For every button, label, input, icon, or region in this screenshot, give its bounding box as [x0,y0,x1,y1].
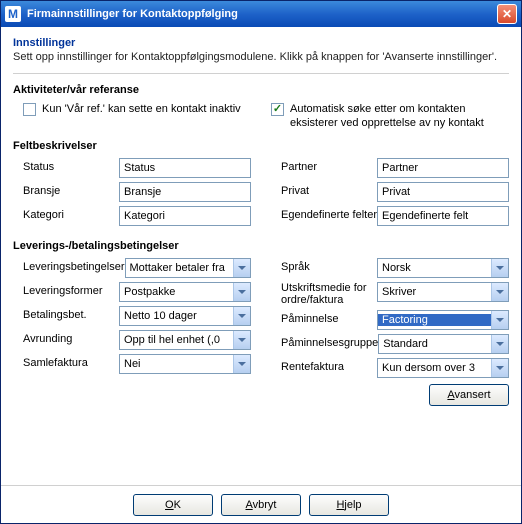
chevron-down-icon [491,283,508,301]
chevron-down-icon [233,355,250,373]
advanced-button[interactable]: Avansert [429,384,509,406]
input-egendef[interactable] [377,206,509,226]
label-betbet: Betalingsbet. [13,306,119,321]
checkbox-inactive-row[interactable]: Kun 'Vår ref.' kan sette en kontakt inak… [13,102,251,116]
dialog-footer: OK Avbryt Hjelp [1,485,521,523]
label-samle: Samlefaktura [13,354,119,369]
select-paaminngr[interactable]: Standard [378,334,509,354]
divider [13,73,509,74]
input-partner[interactable] [377,158,509,178]
group-fields: Feltbeskrivelser [13,140,509,152]
label-paaminn: Påminnelse [271,310,377,325]
help-button[interactable]: Hjelp [309,494,389,516]
chevron-down-icon [491,359,508,377]
label-partner: Partner [271,158,377,173]
chevron-down-icon [233,259,250,277]
chevron-down-icon [233,283,250,301]
checkbox-autosearch-label: Automatisk søke etter om kontakten eksis… [290,102,509,130]
page-description: Sett opp innstillinger for Kontaktoppføl… [13,51,509,63]
input-status[interactable] [119,158,251,178]
checkbox-autosearch[interactable] [271,103,284,116]
chevron-down-icon [491,335,508,353]
select-rentef[interactable]: Kun dersom over 3 [377,358,509,378]
input-privat[interactable] [377,182,509,202]
checkbox-autosearch-row[interactable]: Automatisk søke etter om kontakten eksis… [271,102,509,130]
app-icon: M [5,6,21,22]
select-betbet[interactable]: Netto 10 dager [119,306,251,326]
chevron-down-icon [233,331,250,349]
label-status: Status [13,158,119,173]
select-paaminn[interactable]: Factoring [377,310,509,330]
group-activities: Aktiviteter/vår referanse [13,84,509,96]
checkbox-inactive[interactable] [23,103,36,116]
page-title: Innstillinger [13,37,509,49]
label-egendef: Egendefinerte felter [271,206,377,221]
chevron-down-icon [491,311,508,329]
input-bransje[interactable] [119,182,251,202]
group-delivery: Leverings-/betalingsbetingelser [13,240,509,252]
label-privat: Privat [271,182,377,197]
select-sprak[interactable]: Norsk [377,258,509,278]
label-utskr: Utskriftsmedie for ordre/faktura [271,282,377,306]
select-samle[interactable]: Nei [119,354,251,374]
ok-button[interactable]: OK [133,494,213,516]
cancel-button[interactable]: Avbryt [221,494,301,516]
chevron-down-icon [491,259,508,277]
checkbox-inactive-label: Kun 'Vår ref.' kan sette en kontakt inak… [42,102,241,116]
close-button[interactable]: ✕ [497,4,517,24]
label-rentef: Rentefaktura [271,358,377,373]
label-levform: Leveringsformer [13,282,119,297]
dialog-window: M Firmainnstillinger for Kontaktoppfølgi… [0,0,522,524]
label-paaminngr: Påminnelsesgruppe [271,334,378,349]
select-levbet[interactable]: Mottaker betaler fra [125,258,251,278]
label-sprak: Språk [271,258,377,273]
select-avrund[interactable]: Opp til hel enhet (,0 [119,330,251,350]
close-icon: ✕ [502,7,512,21]
content-area: Innstillinger Sett opp innstillinger for… [1,27,521,485]
chevron-down-icon [233,307,250,325]
advanced-button-rest: vansert [455,389,491,401]
label-bransje: Bransje [13,182,119,197]
label-levbet: Leveringsbetingelser [13,258,125,273]
label-avrund: Avrunding [13,330,119,345]
select-levform[interactable]: Postpakke [119,282,251,302]
window-title: Firmainnstillinger for Kontaktoppfølging [27,8,497,20]
titlebar: M Firmainnstillinger for Kontaktoppfølgi… [1,1,521,27]
select-utskr[interactable]: Skriver [377,282,509,302]
label-kategori: Kategori [13,206,119,221]
input-kategori[interactable] [119,206,251,226]
